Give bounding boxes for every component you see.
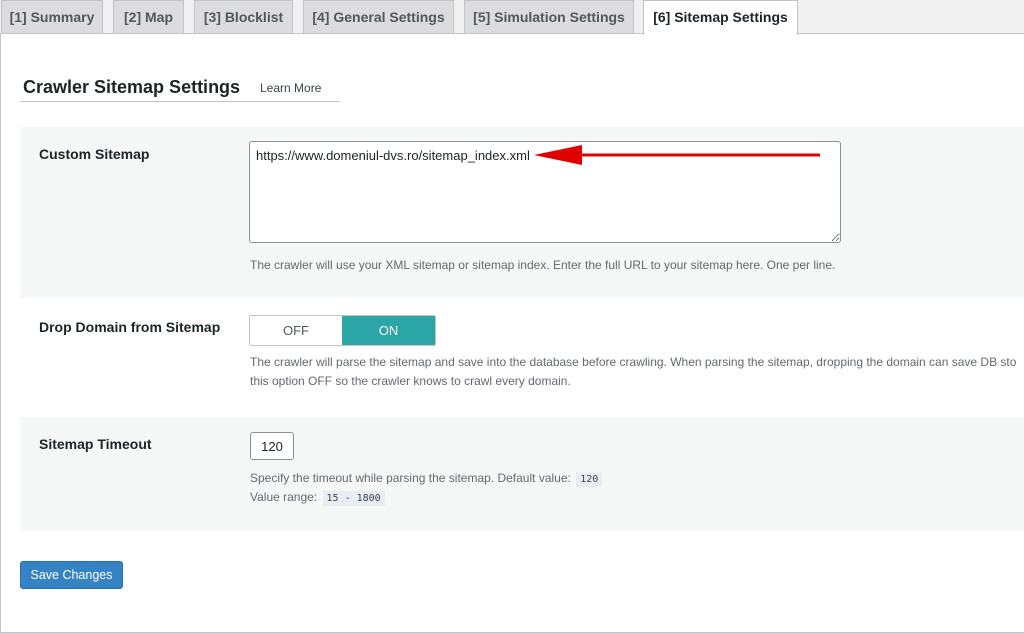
drop-domain-description-line2: this option OFF so the crawler knows to …	[250, 372, 571, 391]
tab-simulation-settings[interactable]: [5] Simulation Settings	[464, 0, 634, 34]
section-title: Crawler Sitemap Settings	[23, 76, 240, 98]
toggle-off-button[interactable]: OFF	[250, 316, 342, 345]
custom-sitemap-label: Custom Sitemap	[39, 145, 149, 163]
learn-more-link[interactable]: Learn More	[260, 80, 321, 96]
tab-summary[interactable]: [1] Summary	[1, 0, 103, 34]
save-changes-button[interactable]: Save Changes	[20, 561, 123, 589]
custom-sitemap-description: The crawler will use your XML sitemap or…	[250, 256, 835, 275]
tab-sitemap-settings[interactable]: [6] Sitemap Settings	[643, 0, 798, 35]
timeout-default-value: 120	[576, 472, 602, 487]
tab-blocklist[interactable]: [3] Blocklist	[194, 0, 293, 34]
drop-domain-label: Drop Domain from Sitemap	[39, 318, 220, 336]
sitemap-timeout-description: Specify the timeout while parsing the si…	[250, 469, 602, 489]
tab-bar: [1] Summary [2] Map [3] Blocklist [4] Ge…	[0, 0, 1024, 34]
sitemap-timeout-label: Sitemap Timeout	[39, 435, 152, 453]
tab-general-settings[interactable]: [4] General Settings	[303, 0, 454, 34]
tab-map[interactable]: [2] Map	[113, 0, 184, 34]
section-header: Crawler Sitemap Settings Learn More	[20, 76, 340, 102]
custom-sitemap-row: Custom Sitemap https://www.domeniul-dvs.…	[20, 127, 1024, 298]
toggle-on-button[interactable]: ON	[342, 316, 435, 345]
sitemap-timeout-input[interactable]	[250, 432, 294, 460]
timeout-range-value: 15 - 1800	[323, 491, 385, 506]
timeout-range-text: Value range:	[250, 490, 317, 504]
sitemap-timeout-range: Value range: 15 - 1800	[250, 488, 385, 508]
sitemap-timeout-row: Sitemap Timeout Specify the timeout whil…	[20, 417, 1024, 531]
drop-domain-toggle: OFF ON	[249, 315, 436, 346]
drop-domain-description-line1: The crawler will parse the sitemap and s…	[250, 353, 1016, 372]
drop-domain-row: Drop Domain from Sitemap OFF ON The craw…	[20, 298, 1024, 417]
arrow-left-icon	[534, 142, 824, 168]
timeout-default-text: Specify the timeout while parsing the si…	[250, 471, 571, 485]
